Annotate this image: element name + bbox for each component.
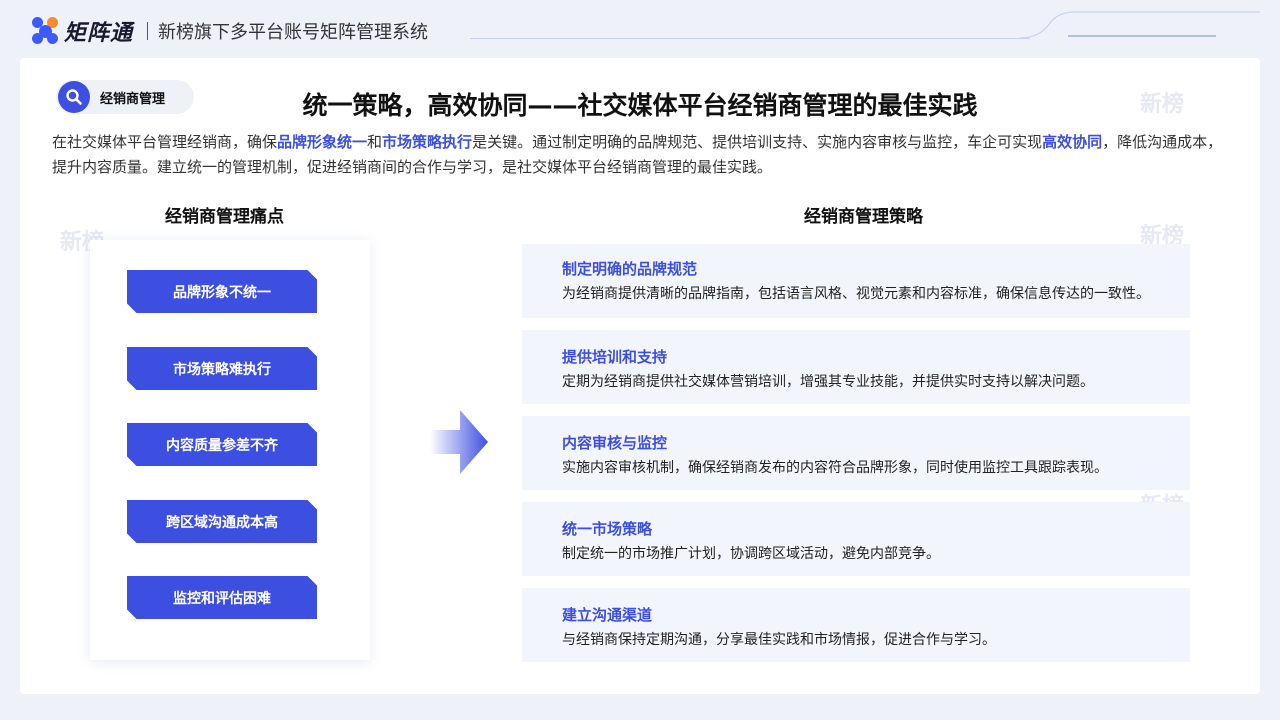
strategy-title: 制定明确的品牌规范 <box>562 260 698 278</box>
strategy-desc: 为经销商提供清晰的品牌指南，包括语言风格、视觉元素和内容标准，确保信息传达的一致… <box>562 286 1150 302</box>
strategy-desc: 与经销商保持定期沟通，分享最佳实践和市场情报，促进合作与学习。 <box>562 632 996 648</box>
pain-item: 市场策略难执行 <box>127 347 317 390</box>
header-decoration <box>1020 11 1260 39</box>
intro-text: 在社交媒体平台管理经销商，确保 <box>52 133 278 151</box>
divider <box>147 22 149 40</box>
intro-highlight: 市场策略执行 <box>382 133 473 151</box>
intro-highlight: 高效协同 <box>1042 133 1103 151</box>
pain-item: 监控和评估困难 <box>127 576 317 619</box>
brand-subtitle: 新榜旗下多平台账号矩阵管理系统 <box>158 22 429 43</box>
brand-name: 矩阵通 <box>64 21 134 46</box>
strategy-card: 制定明确的品牌规范 为经销商提供清晰的品牌指南，包括语言风格、视觉元素和内容标准… <box>522 244 1190 318</box>
content-card: 新榜 新榜 新榜 新榜 新榜 新榜 经销商管理 统一策略，高效协同——社交媒体平… <box>20 58 1260 694</box>
pain-heading: 经销商管理痛点 <box>165 207 284 227</box>
pain-item: 品牌形象不统一 <box>127 270 317 313</box>
strategy-desc: 实施内容审核机制，确保经销商发布的内容符合品牌形象，同时使用监控工具跟踪表现。 <box>562 460 1108 476</box>
logo-mark-icon <box>32 17 60 45</box>
strategy-title: 统一市场策略 <box>562 520 653 538</box>
strategy-card: 统一市场策略 制定统一的市场推广计划，协调跨区域活动，避免内部竞争。 <box>522 502 1190 576</box>
strategy-title: 内容审核与监控 <box>562 434 668 452</box>
intro-text: 和 <box>367 133 383 151</box>
pain-item: 跨区域沟通成本高 <box>127 500 317 543</box>
arrow-right-icon <box>430 410 488 474</box>
pain-item: 内容质量参差不齐 <box>127 423 317 466</box>
intro-paragraph: 在社交媒体平台管理经销商，确保品牌形象统一和市场策略执行是关键。通过制定明确的品… <box>52 130 1232 180</box>
intro-highlight: 品牌形象统一 <box>277 133 368 151</box>
strategy-desc: 定期为经销商提供社交媒体营销培训，增强其专业技能，并提供实时支持以解决问题。 <box>562 374 1094 390</box>
page-title: 统一策略，高效协同——社交媒体平台经销商管理的最佳实践 <box>302 91 978 120</box>
logo: 矩阵通 新榜旗下多平台账号矩阵管理系统 <box>32 15 428 47</box>
header: 矩阵通 新榜旗下多平台账号矩阵管理系统 <box>0 0 1280 58</box>
strategy-title: 建立沟通渠道 <box>562 606 653 624</box>
strategy-desc: 制定统一的市场推广计划，协调跨区域活动，避免内部竞争。 <box>562 546 940 562</box>
strategy-card: 内容审核与监控 实施内容审核机制，确保经销商发布的内容符合品牌形象，同时使用监控… <box>522 416 1190 490</box>
pain-panel: 品牌形象不统一 市场策略难执行 内容质量参差不齐 跨区域沟通成本高 监控和评估困… <box>90 240 370 660</box>
strategy-title: 提供培训和支持 <box>562 348 668 366</box>
header-divider <box>470 38 1030 39</box>
strategy-heading: 经销商管理策略 <box>804 207 923 227</box>
intro-text: 是关键。通过制定明确的品牌规范、提供培训支持、实施内容审核与监控，车企可实现 <box>472 133 1043 151</box>
strategy-card: 建立沟通渠道 与经销商保持定期沟通，分享最佳实践和市场情报，促进合作与学习。 <box>522 588 1190 662</box>
strategy-card: 提供培训和支持 定期为经销商提供社交媒体营销培训，增强其专业技能，并提供实时支持… <box>522 330 1190 404</box>
